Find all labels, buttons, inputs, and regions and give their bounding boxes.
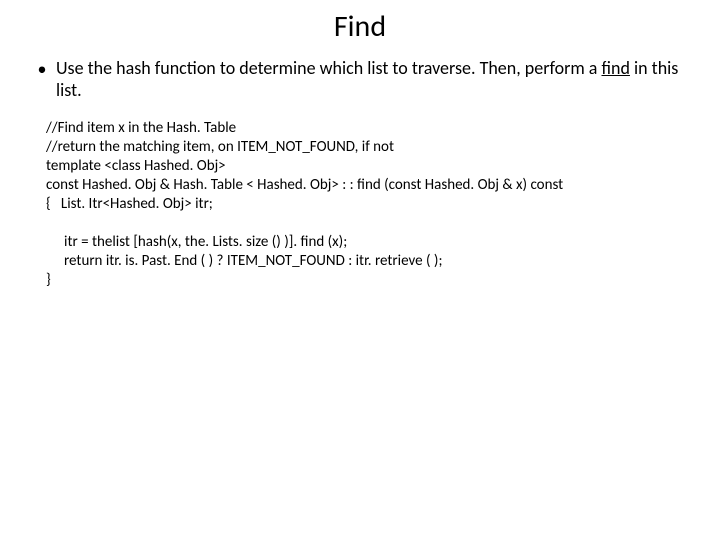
bullet-item: • Use the hash function to determine whi… bbox=[28, 57, 692, 101]
bullet-marker: • bbox=[28, 57, 56, 80]
code-line: //return the matching item, on ITEM_NOT_… bbox=[46, 138, 692, 157]
code-line: itr = thelist [hash(x, the. Lists. size … bbox=[46, 233, 692, 252]
slide-title: Find bbox=[0, 0, 720, 51]
bullet-text-underlined: find bbox=[602, 57, 630, 79]
code-block: //Find item x in the Hash. Table //retur… bbox=[28, 119, 692, 290]
code-line: { List. Itr<Hashed. Obj> itr; bbox=[46, 195, 692, 214]
blank-line bbox=[46, 214, 692, 233]
code-line: const Hashed. Obj & Hash. Table < Hashed… bbox=[46, 176, 692, 195]
slide-body: • Use the hash function to determine whi… bbox=[0, 57, 720, 290]
slide: Find • Use the hash function to determin… bbox=[0, 0, 720, 540]
code-line: return itr. is. Past. End ( ) ? ITEM_NOT… bbox=[46, 252, 692, 271]
code-line: template <class Hashed. Obj> bbox=[46, 157, 692, 176]
bullet-text: Use the hash function to determine which… bbox=[56, 57, 692, 101]
code-line: } bbox=[46, 271, 692, 290]
bullet-text-pre: Use the hash function to determine which… bbox=[56, 57, 602, 79]
code-line: //Find item x in the Hash. Table bbox=[46, 119, 692, 138]
